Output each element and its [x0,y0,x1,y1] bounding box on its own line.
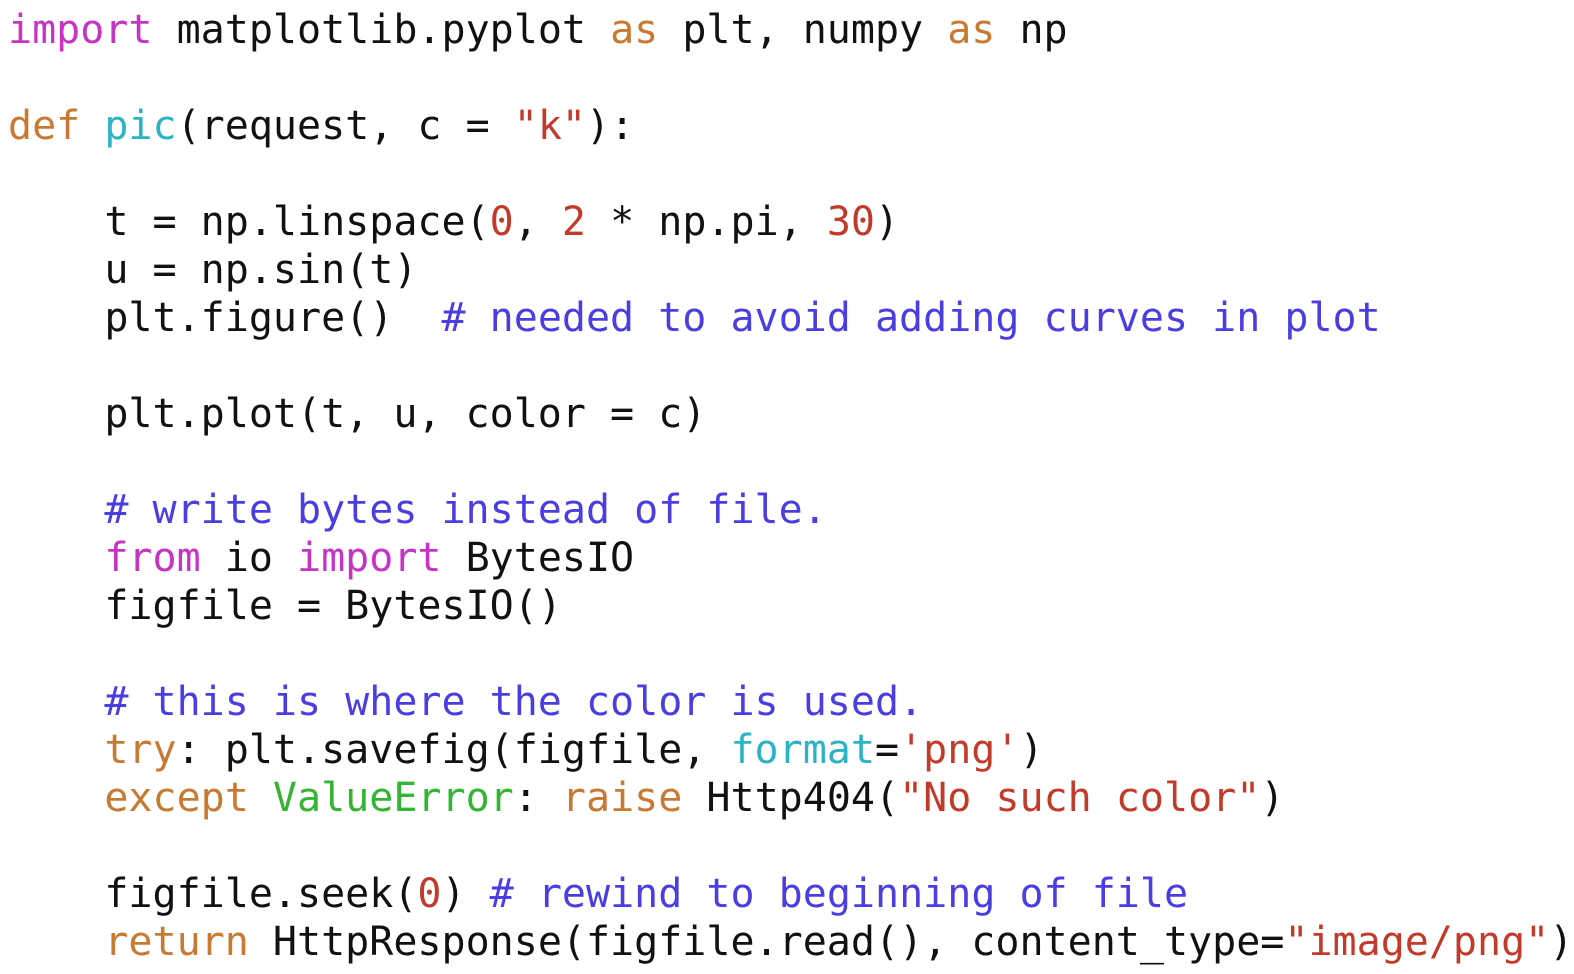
code-text: : plt.savefig(figfile, [176,727,731,773]
code-text: plt.figure() [8,295,442,341]
code-text: ) [1260,775,1285,821]
code-text: ) [441,871,490,917]
keyword: try [104,727,177,773]
code-text: ) [1549,919,1574,965]
keyword: def [8,103,81,149]
code-line: return HttpResponse(figfile.read(), cont… [8,918,1573,966]
literal: 0 [417,871,442,917]
import-keyword: from [104,535,201,581]
literal: "image/png" [1284,919,1550,965]
comment: # needed to avoid adding curves in plot [441,295,1381,341]
code-text: u = np.sin(t) [8,247,418,293]
code-text: ) [875,199,900,245]
code-line: u = np.sin(t) [8,246,1573,294]
keyword: return [104,919,249,965]
code-line: figfile.seek(0) # rewind to beginning of… [8,870,1573,918]
code-line: except ValueError: raise Http404("No suc… [8,774,1573,822]
code-text: * np.pi, [586,199,827,245]
code-text: figfile.seek( [8,871,418,917]
comment: # this is where the color is used. [104,679,924,725]
code-line: try: plt.savefig(figfile, format='png') [8,726,1573,774]
code-line: # this is where the color is used. [8,678,1573,726]
keyword: raise [561,775,683,821]
code-text: , [513,199,562,245]
code-text: ) [1019,727,1044,773]
code-text: t = np.linspace( [8,199,490,245]
code-line: plt.plot(t, u, color = c) [8,390,1573,438]
code-text: matplotlib.pyplot [152,7,611,53]
comment: # write bytes instead of file. [104,487,827,533]
comment: # rewind to beginning of file [489,871,1189,917]
code-text: HttpResponse(figfile.read(), content_typ… [248,919,1285,965]
code-text: (request, c = [176,103,514,149]
code-text: np [995,7,1068,53]
keyword: as [947,7,996,53]
code-line: def pic(request, c = "k"): [8,102,1573,150]
code-text: Http404( [682,775,900,821]
literal: 30 [826,199,875,245]
literal: 'png' [899,727,1020,773]
code-line: t = np.linspace(0, 2 * np.pi, 30) [8,198,1573,246]
keyword: as [610,7,659,53]
code-line: # write bytes instead of file. [8,486,1573,534]
function-name: format [730,727,875,773]
code-text: : [513,775,562,821]
code-text: = [874,727,900,773]
code-line: plt.figure() # needed to avoid adding cu… [8,294,1573,342]
code-text: plt, numpy [658,7,948,53]
class-name: ValueError [272,775,514,821]
import-keyword: import [8,7,153,53]
function-name: pic [104,103,177,149]
code-line: from io import BytesIO [8,534,1573,582]
literal: "No such color" [899,775,1261,821]
code-line: figfile = BytesIO() [8,582,1573,630]
import-keyword: import [296,535,442,581]
keyword: except [104,775,249,821]
code-text: ): [586,103,635,149]
literal: "k" [513,103,586,149]
code-block: import matplotlib.pyplot as plt, numpy a… [8,6,1573,966]
code-text: figfile = BytesIO() [8,583,562,629]
code-text: BytesIO [441,535,635,581]
code-line: import matplotlib.pyplot as plt, numpy a… [8,6,1573,54]
literal: 0 [489,199,514,245]
code-text: plt.plot(t, u, color = c) [8,391,707,437]
literal: 2 [561,199,586,245]
code-text: io [200,535,297,581]
